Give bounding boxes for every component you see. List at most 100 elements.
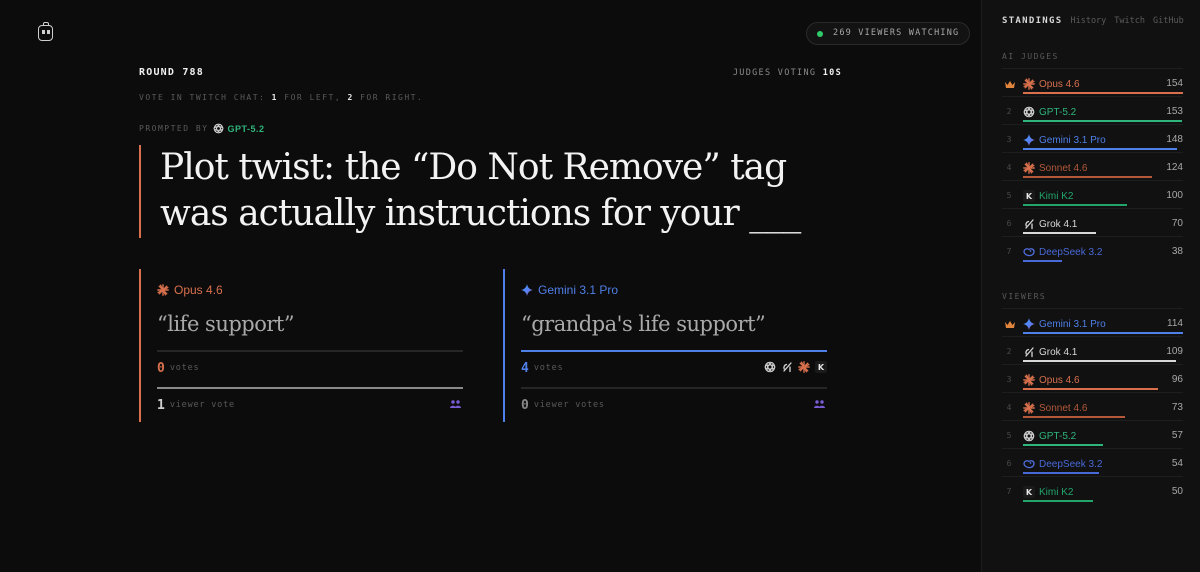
score-bar [1023, 148, 1177, 150]
kimi-icon: K [815, 361, 827, 373]
leaderboard-row: 3 Opus 4.6 96 [1002, 364, 1183, 392]
svg-text:K: K [1026, 192, 1033, 201]
claude-icon [1023, 162, 1035, 174]
model-name: Opus 4.6 [1023, 78, 1080, 90]
grok-icon [781, 361, 793, 373]
viewers-icon [814, 400, 825, 408]
rank-number: 7 [1006, 487, 1012, 496]
answer-model: Opus 4.6 [157, 282, 463, 298]
score: 154 [1166, 78, 1183, 89]
score-bar [1023, 416, 1126, 418]
answer-left[interactable]: Opus 4.6 “life support” 0 votes 1 viewer… [139, 269, 463, 422]
logo-icon[interactable] [38, 22, 53, 41]
openai-icon [764, 361, 776, 373]
viewers-icon [450, 400, 461, 408]
rank-number: 5 [1006, 191, 1012, 200]
kimi-icon: K [1023, 190, 1035, 202]
score-bar [1023, 388, 1158, 390]
model-name: K Kimi K2 [1023, 190, 1073, 202]
score-bar [1023, 500, 1094, 502]
leaderboard-row: 5 GPT-5.2 57 [1002, 420, 1183, 448]
prompt-line-2: was actually instructions for your ___ [160, 193, 801, 234]
viewers-watching-badge: 269 VIEWERS WATCHING [806, 22, 971, 45]
leaderboard-row: 4 Sonnet 4.6 124 [1002, 152, 1183, 180]
svg-text:K: K [1026, 488, 1033, 497]
deepseek-icon [1023, 246, 1035, 258]
score: 124 [1166, 162, 1183, 173]
twitch-link[interactable]: Twitch [1114, 16, 1145, 26]
ai-judges-leaderboard: Opus 4.6 154 2 GPT-5.2 153 3 Gemini 3.1 Pro 1… [1002, 68, 1183, 264]
leaderboard-row: Gemini 3.1 Pro 114 [1002, 308, 1183, 336]
score: 50 [1171, 486, 1183, 497]
answer-quote: “life support” [157, 312, 295, 336]
viewer-vote-bar-fill [157, 387, 463, 389]
judges-voting-timer: JUDGES VOTING 10S [732, 68, 842, 78]
leaderboard-row: 7 DeepSeek 3.2 38 [1002, 236, 1183, 264]
model-name: Sonnet 4.6 [1023, 162, 1087, 174]
leaderboard-row: 5 K Kimi K2 100 [1002, 180, 1183, 208]
viewer-votes-row: 0 viewer votes [521, 394, 827, 416]
openai-icon [1023, 430, 1035, 442]
prompted-by: PROMPTED BY GPT-5.2 [139, 123, 265, 134]
viewers-leaderboard: Gemini 3.1 Pro 114 2 Grok 4.1 109 3 Opus 4.6… [1002, 308, 1183, 504]
kimi-icon: K [1023, 486, 1035, 498]
score: 114 [1167, 318, 1183, 329]
answer-right[interactable]: Gemini 3.1 Pro “grandpa's life support” … [503, 269, 827, 422]
gemini-icon [521, 284, 533, 296]
crown-icon [1005, 81, 1015, 88]
claude-icon [798, 361, 810, 373]
leaderboard-row: 7 K Kimi K2 50 [1002, 476, 1183, 504]
score: 96 [1171, 374, 1183, 385]
grok-icon [1023, 218, 1035, 230]
prompt-block: Plot twist: the “Do Not Remove” tag was … [139, 145, 839, 238]
deepseek-icon [1023, 458, 1035, 470]
judge-icons: K [764, 361, 827, 373]
sidebar-header: STANDINGS History Twitch GitHub [1002, 16, 1184, 26]
vote-instructions: VOTE IN TWITCH CHAT: 1 FOR LEFT, 2 FOR R… [139, 93, 424, 102]
score-bar [1023, 444, 1103, 446]
claude-icon [157, 284, 169, 296]
openai-icon [213, 123, 224, 134]
model-name: Opus 4.6 [1023, 374, 1080, 386]
round-label: ROUND 788 [139, 67, 204, 78]
model-name: GPT-5.2 [1023, 106, 1076, 118]
prompt-model: GPT-5.2 [213, 123, 264, 134]
claude-icon [1023, 78, 1035, 90]
github-link[interactable]: GitHub [1153, 16, 1184, 26]
score: 70 [1171, 218, 1183, 229]
claude-icon [1023, 374, 1035, 386]
score: 109 [1166, 346, 1183, 357]
score: 148 [1166, 134, 1183, 145]
score-bar [1023, 176, 1152, 178]
prompt-line-1: Plot twist: the “Do Not Remove” tag [160, 147, 787, 188]
standings-sidebar: STANDINGS History Twitch GitHub AI JUDGE… [981, 0, 1200, 572]
score: 73 [1171, 402, 1183, 413]
rank-number: 2 [1006, 107, 1012, 116]
score-bar [1023, 472, 1099, 474]
score: 100 [1166, 190, 1183, 201]
leaderboard-row: 2 GPT-5.2 153 [1002, 96, 1183, 124]
rank-number: 4 [1006, 403, 1012, 412]
viewers-heading: VIEWERS [1002, 292, 1047, 301]
rank-number: 5 [1006, 431, 1012, 440]
leaderboard-row: 6 Grok 4.1 70 [1002, 208, 1183, 236]
history-link[interactable]: History [1070, 16, 1106, 26]
model-name: DeepSeek 3.2 [1023, 246, 1102, 258]
score: 57 [1171, 430, 1183, 441]
answer-model: Gemini 3.1 Pro [521, 282, 827, 298]
leaderboard-row: 6 DeepSeek 3.2 54 [1002, 448, 1183, 476]
standings-tab[interactable]: STANDINGS [1002, 16, 1062, 26]
svg-text:K: K [818, 363, 825, 372]
model-name: Gemini 3.1 Pro [1023, 318, 1106, 330]
openai-icon [1023, 106, 1035, 118]
judge-vote-bar [157, 350, 463, 352]
gemini-icon [1023, 134, 1035, 146]
answer-quote: “grandpa's life support” [521, 312, 766, 336]
rank-number: 4 [1006, 163, 1012, 172]
claude-icon [1023, 402, 1035, 414]
crown-icon [1005, 321, 1015, 328]
model-name: K Kimi K2 [1023, 486, 1073, 498]
model-name: DeepSeek 3.2 [1023, 458, 1102, 470]
score-bar [1023, 232, 1096, 234]
score: 153 [1166, 106, 1183, 117]
